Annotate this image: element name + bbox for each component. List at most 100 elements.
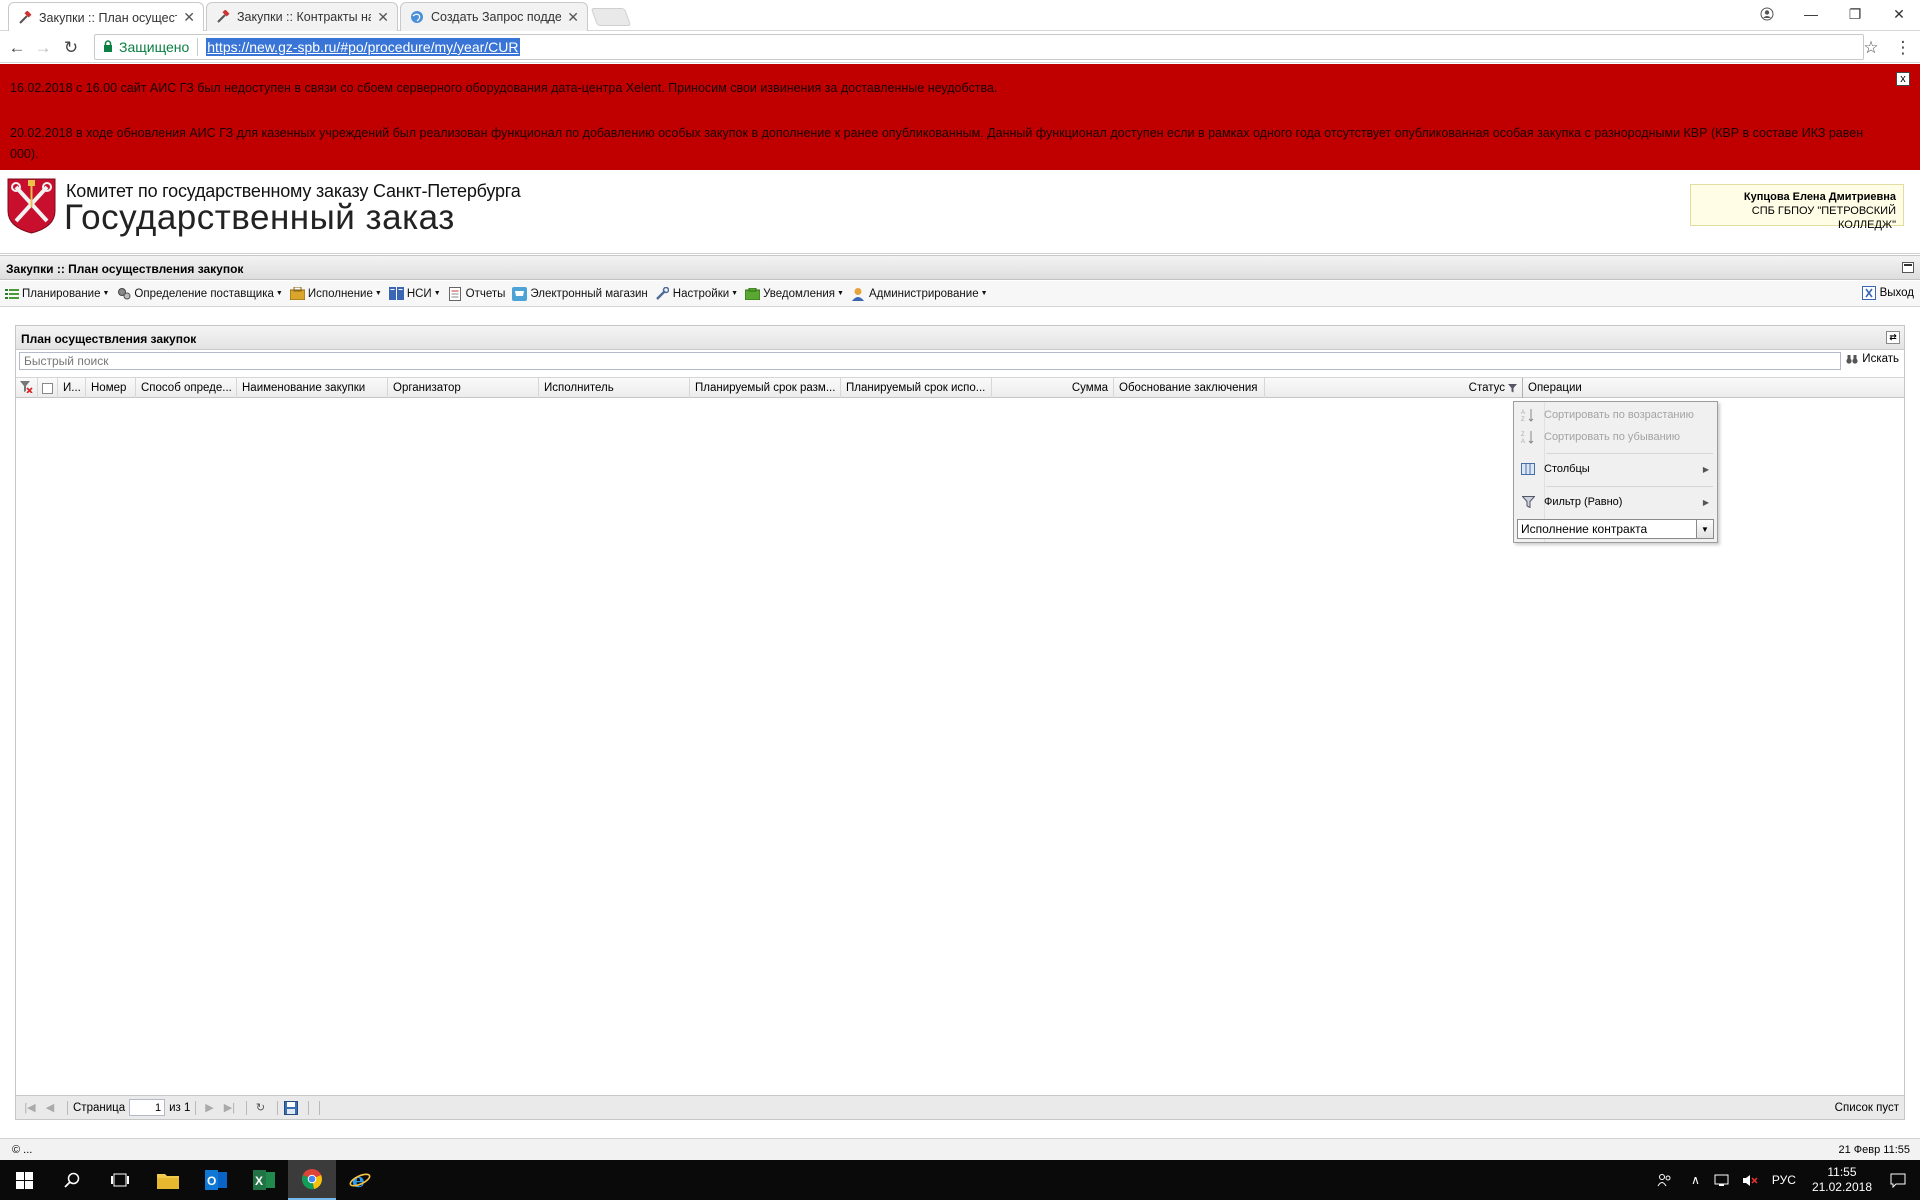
alert-message-2: 20.02.2018 в ходе обновления АИС ГЗ для …	[10, 126, 1864, 161]
dropdown-caret-icon: ▼	[731, 290, 739, 297]
page-of-label: из 1	[169, 1101, 191, 1114]
close-tab-icon[interactable]: ✕	[183, 9, 195, 26]
column-header-planned-placement-date[interactable]: Планируемый срок разм...	[690, 378, 841, 398]
status-filter-value: Исполнение контракта	[1521, 522, 1648, 536]
column-header-operations[interactable]: Операции	[1523, 378, 1904, 398]
column-header-sum[interactable]: Сумма	[992, 378, 1114, 398]
people-icon[interactable]	[1657, 1173, 1673, 1187]
next-page-icon[interactable]: ▶	[201, 1100, 217, 1116]
site-title: Государственный заказ	[64, 198, 455, 237]
save-disk-icon[interactable]	[283, 1100, 299, 1116]
filter-label: Фильтр (Равно)	[1544, 496, 1623, 508]
panel-title: Закупки :: План осуществления закупок	[6, 262, 244, 276]
forward-arrow-icon[interactable]: →	[32, 37, 54, 59]
volume-muted-icon[interactable]	[1742, 1174, 1758, 1187]
column-header-executor[interactable]: Исполнитель	[539, 378, 690, 398]
menu-settings[interactable]: Настройки ▼	[655, 286, 739, 301]
excel-icon[interactable]: X	[240, 1160, 288, 1200]
minimize-icon[interactable]: —	[1790, 2, 1832, 26]
sort-descending-icon: ZA	[1520, 429, 1536, 445]
first-page-icon[interactable]: |◀	[22, 1100, 38, 1116]
url-text[interactable]: https://new.gz-spb.ru/#po/procedure/my/y…	[206, 38, 520, 56]
bookmark-star-icon[interactable]: ☆	[1860, 37, 1882, 59]
page-number-input[interactable]	[129, 1099, 166, 1116]
menu-e-shop[interactable]: Электронный магазин	[512, 286, 648, 301]
close-window-icon[interactable]: ✕	[1878, 2, 1920, 26]
network-icon[interactable]	[1714, 1174, 1730, 1187]
close-banner-button[interactable]: x	[1896, 72, 1910, 86]
column-header-method[interactable]: Способ опреде...	[136, 378, 237, 398]
clear-filter-button[interactable]	[16, 378, 38, 398]
sort-ascending-item[interactable]: AZ Сортировать по возрастанию	[1514, 404, 1717, 426]
search-button-label: Искать	[1862, 353, 1899, 365]
columns-item[interactable]: Столбцы ▶	[1514, 458, 1717, 480]
sort-descending-item[interactable]: ZA Сортировать по убыванию	[1514, 426, 1717, 448]
prev-page-icon[interactable]: ◀	[42, 1100, 58, 1116]
column-header-justification[interactable]: Обоснование заключения	[1114, 378, 1265, 398]
chevron-down-icon[interactable]: ▼	[1696, 520, 1713, 538]
action-center-icon[interactable]	[1890, 1173, 1906, 1188]
restore-icon[interactable]: ❐	[1834, 2, 1876, 26]
column-header-procurement-name[interactable]: Наименование закупки	[237, 378, 388, 398]
windows-start-icon[interactable]	[0, 1160, 48, 1200]
input-language[interactable]: РУС	[1772, 1173, 1796, 1187]
exit-button[interactable]: Выход	[1861, 286, 1914, 300]
omnibox[interactable]: Защищено https://new.gz-spb.ru/#po/proce…	[94, 34, 1864, 60]
svg-text:A: A	[1521, 410, 1525, 416]
show-hidden-icons-icon[interactable]: ∧	[1691, 1173, 1700, 1187]
select-all-checkbox[interactable]	[38, 378, 58, 398]
menu-nsi[interactable]: НСИ ▼	[388, 287, 441, 301]
status-filter-select[interactable]: Исполнение контракта ▼	[1517, 519, 1714, 539]
task-view-icon[interactable]	[96, 1160, 144, 1200]
user-name: Купцова Елена Дмитриевна	[1743, 191, 1896, 203]
column-header-status[interactable]: Статус	[1265, 378, 1523, 398]
new-tab-button[interactable]	[590, 8, 632, 26]
columns-icon	[1520, 461, 1536, 477]
column-header-i[interactable]: И...	[58, 378, 86, 398]
svg-text:Z: Z	[1521, 417, 1525, 422]
profile-icon[interactable]	[1746, 2, 1788, 26]
planning-icon	[4, 287, 19, 301]
refresh-tool-icon[interactable]: ⇄	[1886, 331, 1900, 344]
outlook-icon[interactable]: O	[192, 1160, 240, 1200]
file-explorer-icon[interactable]	[144, 1160, 192, 1200]
clock-date: 21.02.2018	[1811, 1180, 1872, 1194]
collapse-panel-icon[interactable]	[1902, 262, 1914, 273]
menu-reports[interactable]: Отчеты	[448, 286, 505, 301]
internet-explorer-icon[interactable]: e	[336, 1160, 384, 1200]
main-menu: Планирование ▼ Определение поставщика ▼ Ис…	[0, 281, 1920, 307]
alert-message-1: 16.02.2018 с 16.00 сайт АИС ГЗ был недос…	[10, 81, 998, 95]
reload-icon[interactable]: ↻	[60, 37, 82, 59]
menu-administration[interactable]: Администрирование ▼	[851, 287, 988, 301]
svg-text:Z: Z	[1521, 432, 1525, 438]
chrome-icon[interactable]	[288, 1160, 336, 1200]
user-info-box[interactable]: Купцова Елена Дмитриевна СПБ ГБПОУ "ПЕТР…	[1690, 184, 1904, 231]
submenu-arrow-icon: ▶	[1702, 497, 1709, 507]
clear-filter-icon	[19, 380, 33, 396]
back-arrow-icon[interactable]: ←	[6, 37, 28, 59]
taskbar-clock[interactable]: 11:55 21.02.2018	[1812, 1165, 1872, 1195]
browser-tab-3[interactable]: Создать Запрос поддерж ✕	[400, 2, 588, 31]
search-button[interactable]: Искать	[1846, 353, 1899, 365]
last-page-icon[interactable]: ▶|	[221, 1100, 237, 1116]
column-header-number[interactable]: Номер	[86, 378, 136, 398]
chrome-menu-icon[interactable]: ⋮	[1892, 37, 1914, 59]
column-header-organizer[interactable]: Организатор	[388, 378, 539, 398]
clock-time: 11:55	[1827, 1165, 1857, 1179]
browser-tab-1[interactable]: Закупки :: План осущест ✕	[8, 2, 204, 32]
search-icon[interactable]	[48, 1160, 96, 1200]
supplier-icon	[116, 287, 131, 301]
menu-planning[interactable]: Планирование ▼	[4, 287, 109, 301]
copyright-text: © ...	[12, 1144, 33, 1156]
close-tab-icon[interactable]: ✕	[377, 9, 389, 26]
browser-tab-2[interactable]: Закупки :: Контракты на ✕	[206, 2, 398, 31]
column-header-planned-execution-date[interactable]: Планируемый срок испо...	[841, 378, 992, 398]
quick-search-input[interactable]	[19, 352, 1841, 370]
menu-supplier-selection[interactable]: Определение поставщика ▼	[116, 287, 283, 301]
report-icon	[448, 286, 463, 301]
menu-execution[interactable]: Исполнение ▼	[289, 287, 382, 301]
menu-notifications[interactable]: Уведомления ▼	[745, 287, 844, 301]
refresh-icon[interactable]: ↻	[252, 1100, 268, 1116]
filter-item[interactable]: Фильтр (Равно) ▶	[1514, 491, 1717, 513]
close-tab-icon[interactable]: ✕	[567, 9, 579, 26]
